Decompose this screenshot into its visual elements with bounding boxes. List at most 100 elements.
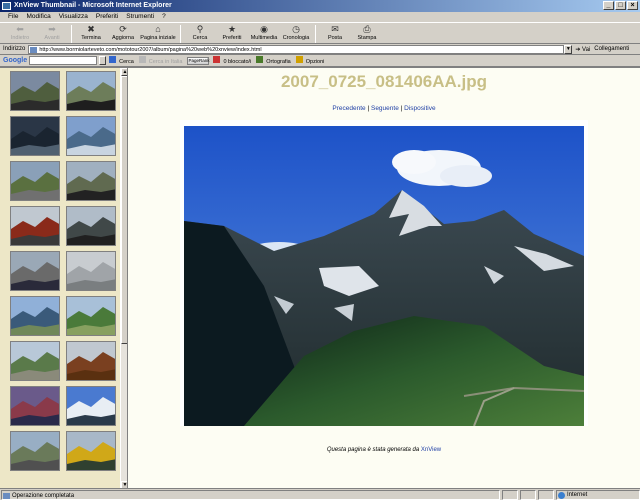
window-title: XnView Thumbnail - Microsoft Internet Ex…: [14, 2, 172, 9]
mountain-photo: [184, 126, 584, 426]
globe-icon: [558, 491, 565, 499]
thumbnail-row: [10, 71, 120, 116]
toolbar-button[interactable]: ★ Preferiti: [216, 23, 248, 44]
toolbar-button[interactable]: ⌂ Pagina iniziale: [139, 23, 177, 44]
google-toolbar-item[interactable]: 0 bloccato/i: [213, 56, 251, 65]
menu-item[interactable]: Preferiti: [92, 12, 122, 22]
thumbnail-snowy-peak[interactable]: [66, 386, 116, 426]
title-bar[interactable]: XnView Thumbnail - Microsoft Internet Ex…: [0, 0, 640, 12]
thumbnail-road-bikes[interactable]: [10, 71, 60, 111]
page-done-icon: [3, 492, 10, 499]
toolbar-button[interactable]: ✉ Posta: [319, 23, 351, 44]
thumbnail-mountain-road[interactable]: [10, 161, 60, 201]
close-button[interactable]: ×: [627, 1, 638, 10]
forward-arrow-icon: ➡: [48, 24, 56, 34]
standard-toolbar: ⬅ Indietro ➡ Avanti ✖ Termina ⟳ Aggiorna ⌂ Pagina…: [0, 22, 640, 44]
thumbnail-wooden-chalet[interactable]: [66, 341, 116, 381]
status-cell: [502, 489, 518, 500]
thumbnail-rainy-road[interactable]: [66, 251, 116, 291]
search-icon: ⚲: [196, 24, 204, 34]
previous-link[interactable]: Precedente: [332, 105, 365, 112]
thumbnail-row: [10, 386, 120, 431]
toolbar-button[interactable]: ➡ Avanti: [36, 23, 68, 44]
thumbnail-row: [10, 251, 120, 296]
slideshow-link[interactable]: Dispositive: [404, 105, 435, 112]
maximize-button[interactable]: □: [615, 1, 626, 10]
thumbnail-riders-group[interactable]: [66, 206, 116, 246]
minimize-button[interactable]: _: [603, 1, 614, 10]
google-toolbar-item[interactable]: Cerca in Italia: [138, 56, 182, 65]
toolbar-separator: [71, 25, 72, 43]
toolbar-button-label: Termina: [81, 35, 101, 41]
toolbar-button-label: Aggiorna: [111, 35, 135, 41]
thumbnail-dark-lake[interactable]: [10, 116, 60, 156]
media-icon: ◉: [260, 24, 268, 34]
history-icon: ◷: [292, 24, 300, 34]
popup-blocker-icon: [213, 56, 221, 63]
toolbar-button[interactable]: ◉ Multimedia: [248, 23, 280, 44]
thumbnail-curvy-road[interactable]: [10, 431, 60, 471]
back-arrow-icon: ⬅: [16, 24, 24, 34]
content-area: ▲ ▼ 2007_0725_081406AA.jpg Precedente | …: [0, 67, 640, 489]
italy-search-icon: [138, 56, 146, 63]
toolbar-button[interactable]: ◷ Cronologia: [280, 23, 312, 44]
thumbnail-grid: [10, 71, 120, 476]
address-label: Indirizzo: [3, 46, 26, 52]
thumbnail-riders-portrait[interactable]: [10, 386, 60, 426]
menu-item[interactable]: Visualizza: [55, 12, 92, 22]
menu-item[interactable]: Modifica: [22, 12, 54, 22]
thumbnail-touring-bike[interactable]: [66, 71, 116, 111]
thumbnail-mountain-lake[interactable]: [66, 116, 116, 156]
toolbar-button[interactable]: ⬅ Indietro: [4, 23, 36, 44]
thumbnail-row: [10, 431, 120, 476]
thumbnail-row: [10, 341, 120, 386]
google-toolbar-item[interactable]: Opzioni: [295, 56, 324, 65]
toolbar-button[interactable]: ✖ Termina: [75, 23, 107, 44]
image-navigation: Precedente | Seguente | Dispositive: [128, 105, 640, 112]
toolbar-separator: [315, 25, 316, 43]
toolbar-button[interactable]: ⟳ Aggiorna: [107, 23, 139, 44]
search-icon: [109, 56, 117, 63]
pagerank-icon[interactable]: PageRank: [187, 56, 209, 65]
menu-item[interactable]: ?: [158, 12, 170, 22]
photo-container: [180, 120, 588, 426]
thumbnail-yellow-bike[interactable]: [66, 431, 116, 471]
google-toolbar-item[interactable]: Cerca: [109, 56, 134, 65]
thumbnail-scrollbar[interactable]: ▲ ▼: [120, 68, 127, 489]
google-search-input[interactable]: [29, 56, 98, 65]
go-button[interactable]: ➔ Vai: [575, 46, 590, 53]
toolbar-button[interactable]: ⎙ Stampa: [351, 23, 383, 44]
page-title: 2007_0725_081406AA.jpg: [280, 72, 488, 91]
thumbnail-parked-bike[interactable]: [66, 161, 116, 201]
status-text: Operazione completata: [12, 492, 75, 499]
scroll-up-button[interactable]: ▲: [121, 68, 127, 76]
thumbnail-green-hills[interactable]: [66, 296, 116, 336]
thumbnail-lake-view[interactable]: [10, 296, 60, 336]
status-cell: [538, 489, 554, 500]
thumbnail-row: [10, 206, 120, 251]
menu-item[interactable]: Strumenti: [122, 12, 158, 22]
next-link[interactable]: Seguente: [371, 105, 399, 112]
links-button[interactable]: Collegamenti: [594, 46, 629, 52]
status-bar: Operazione completata Internet: [0, 488, 640, 500]
address-dropdown-button[interactable]: ▼: [564, 44, 573, 54]
status-cell: [520, 489, 536, 500]
ie-window: XnView Thumbnail - Microsoft Internet Ex…: [0, 0, 640, 500]
google-search-dropdown[interactable]: [99, 56, 107, 65]
thumbnail-roadside[interactable]: [10, 341, 60, 381]
thumbnail-village-bikes[interactable]: [10, 251, 60, 291]
security-zone: Internet: [556, 489, 640, 500]
xnview-link[interactable]: XnView: [421, 447, 441, 453]
thumbnail-red-building[interactable]: [10, 206, 60, 246]
toolbar-button-label: Multimedia: [250, 35, 278, 41]
google-logo[interactable]: Google: [3, 57, 27, 64]
page-footer: Questa pagina è stata generata da XnView: [128, 447, 640, 453]
menu-item[interactable]: File: [4, 12, 22, 22]
toolbar-button-label: Pagina iniziale: [140, 35, 176, 41]
address-input[interactable]: http://www.bormiolarteveto.com/mototour2…: [28, 44, 565, 54]
google-toolbar-item[interactable]: Ortografia: [256, 56, 291, 65]
scroll-thumb[interactable]: [121, 76, 127, 344]
stop-icon: ✖: [87, 24, 95, 34]
footer-text: Questa pagina è stata generata da: [326, 447, 420, 453]
toolbar-button[interactable]: ⚲ Cerca: [184, 23, 216, 44]
